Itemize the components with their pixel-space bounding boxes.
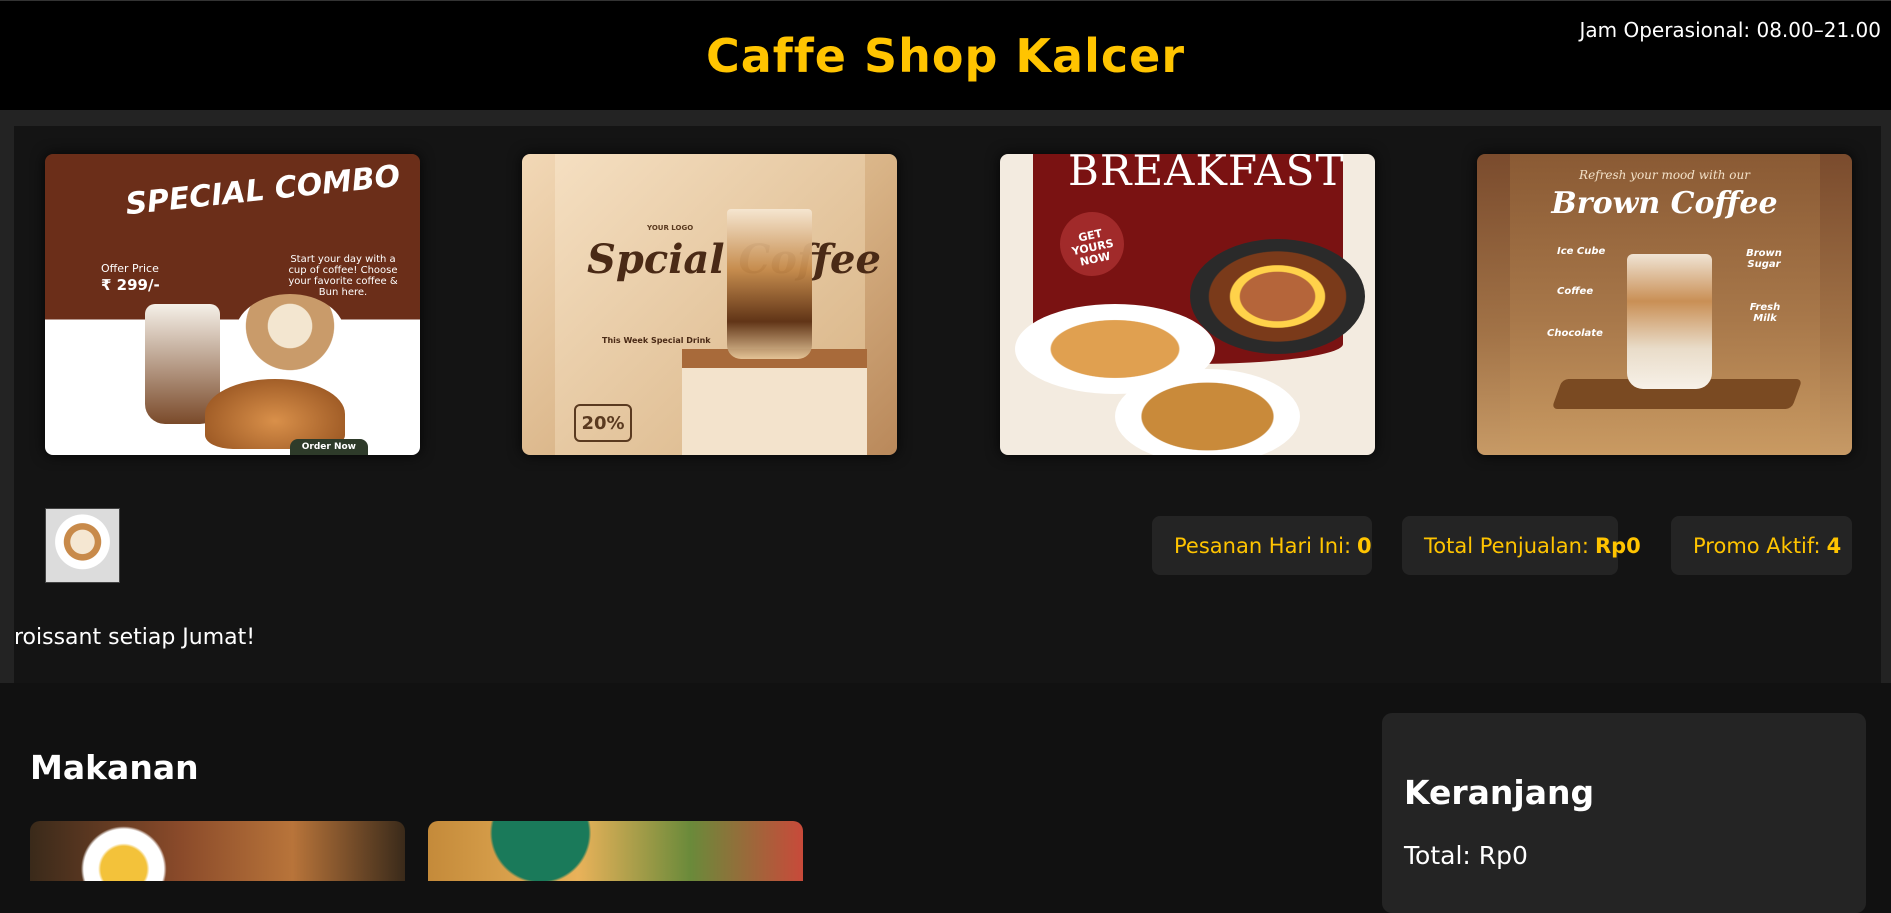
offer-label: Offer Price bbox=[101, 262, 159, 275]
stat-active-promos: Promo Aktif: 4 bbox=[1671, 516, 1852, 575]
promo-banner-breakfast[interactable]: BREAKFAST GET YOURS NOW bbox=[1000, 154, 1375, 455]
menu-item-card[interactable] bbox=[428, 821, 803, 881]
brown-coffee-image bbox=[1627, 254, 1712, 389]
ingredient-label: Chocolate bbox=[1547, 328, 1603, 339]
latte-image bbox=[235, 294, 345, 374]
banner-title: SPECIAL COMBO bbox=[123, 158, 402, 223]
main-content: Makanan Keranjang Total: Rp0 bbox=[0, 683, 1891, 913]
iced-coffee-image bbox=[727, 209, 812, 359]
operating-hours: Jam Operasional: 08.00–21.00 bbox=[1579, 18, 1881, 42]
banner-title: BREAKFAST bbox=[1068, 154, 1345, 195]
stat-orders-today: Pesanan Hari Ini: 0 bbox=[1152, 516, 1372, 575]
banner-description: Start your day with a cup of coffee! Cho… bbox=[288, 254, 398, 298]
ingredient-label: Coffee bbox=[1557, 286, 1594, 297]
breakfast-plate-image bbox=[1190, 239, 1365, 354]
toast-plate-image bbox=[1115, 369, 1300, 455]
stat-value: 4 bbox=[1826, 533, 1842, 558]
stat-value: 0 bbox=[1357, 533, 1372, 558]
cart-title: Keranjang bbox=[1404, 773, 1595, 812]
banner-title: Brown Coffee bbox=[1551, 186, 1778, 221]
section-title-food: Makanan bbox=[30, 748, 199, 787]
stat-label: Pesanan Hari Ini: bbox=[1174, 533, 1352, 558]
cappuccino-thumbnail[interactable] bbox=[45, 508, 120, 583]
stat-total-sales: Total Penjualan: Rp0 bbox=[1402, 516, 1641, 575]
offer-price: ₹ 299/- bbox=[101, 276, 160, 294]
stat-label: Promo Aktif: bbox=[1693, 533, 1821, 558]
banner-subtitle: Refresh your mood with our bbox=[1579, 168, 1750, 182]
site-title: Caffe Shop Kalcer bbox=[705, 28, 1186, 83]
header-bar: Caffe Shop Kalcer bbox=[0, 0, 1891, 110]
promo-banner-special-coffee[interactable]: YOUR LOGO Spcial Coffee This Week Specia… bbox=[522, 154, 897, 455]
display-stand bbox=[682, 349, 867, 455]
banner-logo: YOUR LOGO bbox=[647, 224, 694, 232]
stat-label: Total Penjualan: bbox=[1424, 533, 1589, 558]
menu-item-card[interactable] bbox=[30, 821, 405, 881]
discount-badge: 20% bbox=[574, 404, 632, 442]
cart-panel: Keranjang Total: Rp0 bbox=[1382, 713, 1866, 913]
stat-value: Rp0 bbox=[1594, 533, 1641, 558]
order-now-button[interactable]: Order Now bbox=[289, 439, 368, 455]
cart-total: Total: Rp0 bbox=[1404, 841, 1528, 870]
ingredient-label: Ice Cube bbox=[1557, 246, 1606, 257]
promo-banner-brown-coffee[interactable]: Refresh your mood with our Brown Coffee … bbox=[1477, 154, 1852, 455]
ingredient-label: Fresh Milk bbox=[1749, 302, 1781, 324]
promo-banner-special-combo[interactable]: SPECIAL COMBO Offer Price ₹ 299/- Start … bbox=[45, 154, 420, 455]
announcement-ticker: roissant setiap Jumat! bbox=[14, 625, 256, 650]
ingredient-label: Brown Sugar bbox=[1746, 248, 1782, 270]
banner-subtitle: This Week Special Drink bbox=[602, 336, 711, 345]
